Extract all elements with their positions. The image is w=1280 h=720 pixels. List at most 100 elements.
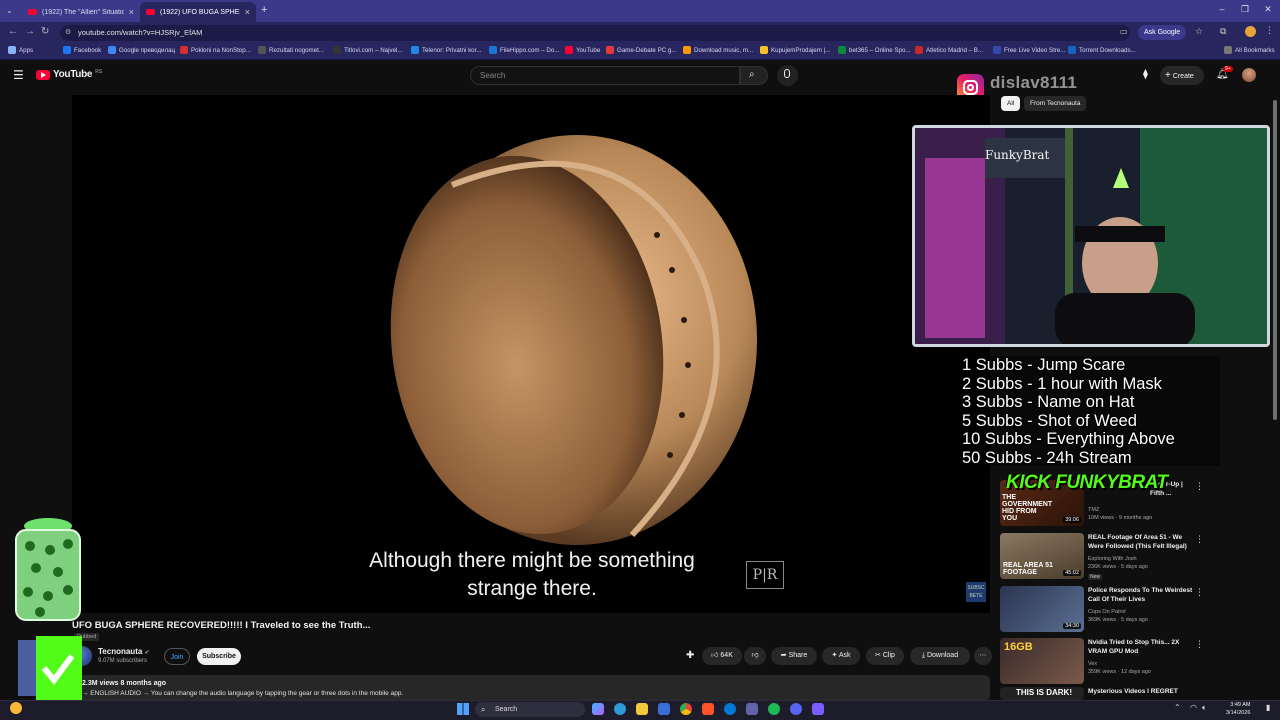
kick-gift-icon[interactable]: ⧫ (1143, 69, 1148, 80)
tab-allien-situation[interactable]: (1922) The "Allien" Situation Is I... × (22, 2, 140, 22)
bookmark-telenor[interactable]: Telenor: Privatni kor... (411, 46, 482, 54)
forward-icon[interactable]: → (25, 26, 35, 37)
site-info-icon[interactable]: ⚙ (65, 25, 71, 41)
bookmark-download-music[interactable]: Download music, m... (683, 46, 753, 54)
account-avatar[interactable] (1242, 68, 1256, 82)
bookmark-titlovi[interactable]: Titlovi.com – Najvel... (333, 46, 403, 54)
all-bookmarks[interactable]: All Bookmarks (1224, 46, 1275, 54)
bookmark-game-debate[interactable]: Game-Debate PC g... (606, 46, 677, 54)
volume-icon[interactable]: 🔈︎ (1202, 703, 1207, 713)
tab-ufo-buga-sphere[interactable]: (1922) UFO BUGA SPHERE RECO... × (140, 2, 256, 22)
gift-icon[interactable]: ✚ (686, 650, 694, 661)
recommended-item[interactable]: THIS IS DARK! Mysterious Videos I REGRET (1000, 687, 1210, 700)
discord-icon[interactable] (790, 703, 802, 715)
mail-icon[interactable] (724, 703, 736, 715)
recommended-channel[interactable]: Exploring With Josh (1088, 556, 1137, 562)
url-bar[interactable]: ⚙ youtube.com/watch?v=HJSRjv_EfAM (60, 25, 1130, 41)
notification-center-icon[interactable]: ▮ (1266, 703, 1270, 712)
recommended-title[interactable]: REAL Footage Of Area 51 - We Were Follow… (1088, 534, 1196, 551)
weather-icon[interactable] (10, 702, 22, 714)
brave-icon[interactable] (702, 703, 714, 715)
chip-all[interactable]: All (1001, 96, 1021, 111)
recommended-item[interactable]: 16GB Nvidia Tried to Stop This... 2X VRA… (1000, 638, 1210, 688)
more-vertical-icon[interactable]: ⋮ (1195, 534, 1204, 545)
video-player[interactable]: Although there might be something strang… (72, 95, 990, 613)
windows-start-icon[interactable] (457, 703, 469, 715)
bookmark-bet365[interactable]: bet365 – Online Spo... (838, 46, 911, 54)
back-icon[interactable]: ← (8, 26, 18, 37)
store-icon[interactable] (658, 703, 670, 715)
maximize-icon[interactable]: ❐ (1235, 4, 1255, 15)
like-button[interactable]: 👍︎ 64K (702, 647, 742, 665)
join-button[interactable]: Join (164, 648, 190, 665)
spotify-icon[interactable] (768, 703, 780, 715)
more-vertical-icon[interactable]: ⋮ (1195, 587, 1204, 598)
reload-icon[interactable]: ↻ (41, 26, 49, 37)
voice-search-button[interactable] (777, 65, 798, 86)
chip-from-channel[interactable]: From Tecnonauta (1024, 96, 1087, 111)
subscribe-button[interactable]: Subscribe (197, 648, 241, 665)
recommended-channel[interactable]: Cops On Patrol (1088, 609, 1126, 615)
create-button[interactable]: + Create (1160, 66, 1204, 85)
bookmark-facebook[interactable]: Facebook (63, 46, 101, 54)
extensions-icon[interactable]: ⧉ (1220, 26, 1226, 37)
share-button[interactable]: ➦ Share (771, 647, 817, 665)
bookmark-google-translate[interactable]: Google преводилац (108, 46, 175, 54)
video-thumbnail[interactable]: THIS IS DARK! (1000, 687, 1084, 700)
wifi-icon[interactable]: ◠ (1190, 703, 1197, 712)
teams-icon[interactable] (746, 703, 758, 715)
recommended-title[interactable]: Police Responds To The Weirdest Call Of … (1088, 587, 1196, 604)
download-button[interactable]: ⤓ Download (910, 647, 970, 665)
copilot-icon[interactable] (592, 703, 604, 715)
search-button[interactable]: ⌕ (740, 66, 768, 85)
bookmark-apps[interactable]: Apps (8, 46, 33, 54)
more-vertical-icon[interactable]: ⋮ (1195, 639, 1204, 650)
edge-icon[interactable] (614, 703, 626, 715)
recommended-item[interactable]: REAL AREA 51 FOOTAGE 45:02 REAL Footage … (1000, 533, 1210, 583)
video-thumbnail[interactable]: 16GB (1000, 638, 1084, 684)
ask-button[interactable]: ✦ Ask (822, 647, 860, 665)
dislike-button[interactable]: 👎︎ (744, 647, 766, 665)
bookmark-nonstop[interactable]: Pokloni na NonStop... (180, 46, 251, 54)
description-box[interactable] (72, 675, 990, 701)
browser-menu-icon[interactable]: ⋮ (1265, 25, 1274, 36)
close-window-icon[interactable]: ✕ (1258, 4, 1278, 15)
recommended-channel[interactable]: Vex (1088, 661, 1097, 667)
close-tab-icon[interactable]: × (129, 7, 134, 17)
recommended-title[interactable]: Mysterious Videos I REGRET (1088, 688, 1196, 697)
file-explorer-icon[interactable] (636, 703, 648, 715)
more-vertical-icon[interactable]: ⋮ (1195, 481, 1204, 492)
recommended-item[interactable]: 34:30 Police Responds To The Weirdest Ca… (1000, 586, 1210, 636)
bookmark-kupujemprodajem[interactable]: KupujemProdajem |... (760, 46, 830, 54)
bookmark-rezultati[interactable]: Rezultati nogomet... (258, 46, 324, 54)
bookmark-filehippo[interactable]: FileHippo.com – Do... (489, 46, 560, 54)
video-thumbnail[interactable]: 34:30 (1000, 586, 1084, 632)
search-input[interactable]: Search (470, 66, 740, 85)
taskbar-search[interactable]: ⌕ Search (475, 702, 585, 717)
bookmark-torrent[interactable]: Torrent Downloads... (1068, 46, 1136, 54)
chrome-icon[interactable] (680, 703, 692, 715)
recommended-channel[interactable]: TMZ (1088, 507, 1099, 513)
youtube-logo[interactable]: YouTube RS (36, 69, 102, 80)
close-tab-icon[interactable]: × (245, 7, 250, 17)
bookmark-youtube[interactable]: YouTube (565, 46, 600, 54)
ask-google-button[interactable]: Ask Google (1138, 25, 1187, 40)
more-actions-button[interactable]: ⋯ (974, 647, 992, 665)
app-icon[interactable] (812, 703, 824, 715)
page-scrollbar[interactable] (1273, 100, 1277, 420)
hamburger-menu-icon[interactable]: ☰ (13, 68, 24, 82)
new-tab-button[interactable]: + (261, 4, 267, 16)
clip-button[interactable]: ✂ Clip (866, 647, 904, 665)
bookmark-star-icon[interactable]: ☆ (1195, 26, 1203, 37)
profile-avatar[interactable] (1245, 26, 1256, 37)
channel-name[interactable]: Tecnonauta ✔ (98, 647, 150, 656)
recommended-title[interactable]: Nvidia Tried to Stop This... 2X VRAM GPU… (1088, 639, 1196, 656)
bookmark-free-live-video[interactable]: Free Live Video Stre... (993, 46, 1065, 54)
system-clock[interactable]: 3:49 AM 3/14/2026 (1226, 701, 1250, 717)
video-thumbnail[interactable]: REAL AREA 51 FOOTAGE 45:02 (1000, 533, 1084, 579)
minimize-icon[interactable]: – (1212, 4, 1232, 14)
bookmark-atletico[interactable]: Atletico Madrid – B... (915, 46, 983, 54)
tray-chevron-icon[interactable]: ⌃ (1174, 703, 1181, 712)
cast-icon[interactable]: ▭ (1120, 27, 1128, 36)
tab-search-icon[interactable]: ⌄ (6, 6, 13, 15)
